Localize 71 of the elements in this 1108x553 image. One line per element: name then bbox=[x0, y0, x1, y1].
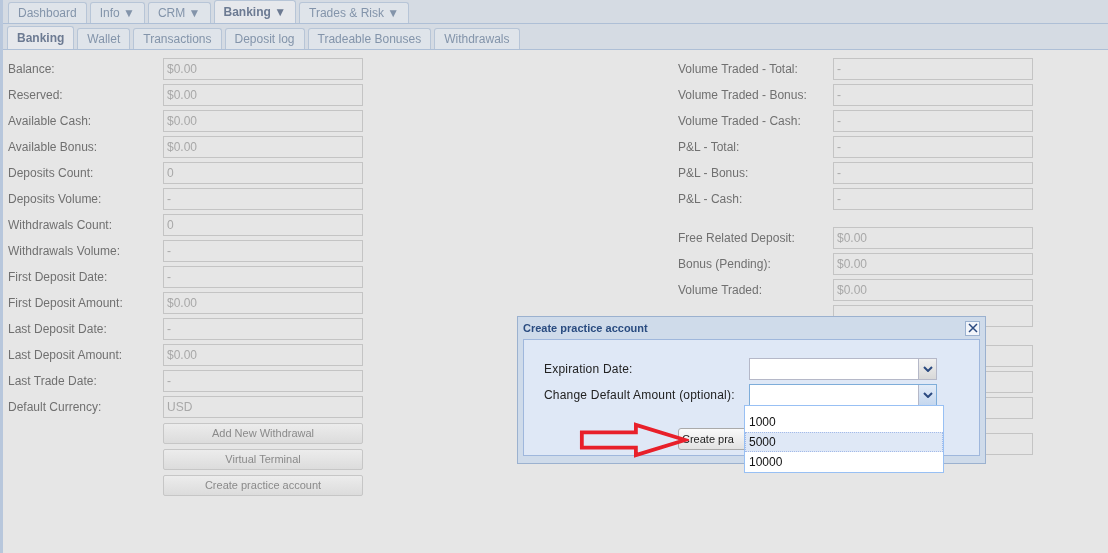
field-label: Balance: bbox=[8, 62, 56, 76]
readonly-field[interactable]: - bbox=[163, 188, 363, 210]
action-button[interactable]: Add New Withdrawal bbox=[163, 422, 363, 444]
field-label: Default Currency: bbox=[8, 400, 103, 414]
readonly-field[interactable]: - bbox=[833, 136, 1033, 158]
field-label: Change Default Amount (optional): bbox=[544, 388, 736, 402]
sub-tab[interactable]: Withdrawals bbox=[434, 28, 520, 49]
field-label: Deposits Volume: bbox=[8, 192, 103, 206]
nav-tab[interactable]: Dashboard bbox=[8, 2, 87, 23]
field-label: Volume Traded - Total: bbox=[678, 62, 799, 76]
dropdown-field[interactable] bbox=[749, 384, 937, 406]
readonly-field[interactable]: - bbox=[833, 58, 1033, 80]
dropdown-option[interactable]: 10000 bbox=[745, 452, 943, 472]
readonly-field[interactable]: $0.00 bbox=[163, 84, 363, 106]
field-label: First Deposit Date: bbox=[8, 270, 109, 284]
field-label: Expiration Date: bbox=[544, 362, 634, 376]
field-label: Volume Traded: bbox=[678, 283, 764, 297]
sub-tab[interactable]: Wallet bbox=[77, 28, 131, 49]
sub-tab[interactable]: Banking bbox=[7, 26, 75, 49]
dropdown-field[interactable] bbox=[749, 358, 937, 380]
action-button[interactable]: Virtual Terminal bbox=[163, 448, 363, 470]
readonly-field[interactable]: - bbox=[163, 266, 363, 288]
field-label: Last Deposit Amount: bbox=[8, 348, 124, 362]
close-button[interactable] bbox=[965, 320, 980, 336]
readonly-field[interactable]: - bbox=[163, 240, 363, 262]
field-label: P&L - Total: bbox=[678, 140, 741, 154]
nav-tab[interactable]: CRM ▼ bbox=[147, 2, 211, 23]
action-button[interactable]: Create practice account bbox=[163, 474, 363, 496]
field-label: Available Cash: bbox=[8, 114, 93, 128]
readonly-field[interactable]: USD bbox=[163, 396, 363, 418]
readonly-field[interactable]: $0.00 bbox=[833, 279, 1033, 301]
field-label: Volume Traded - Bonus: bbox=[678, 88, 808, 102]
nav-tab[interactable]: Banking ▼ bbox=[213, 0, 297, 23]
field-label: Reserved: bbox=[8, 88, 64, 102]
chevron-icon bbox=[922, 366, 933, 372]
field-label: Available Bonus: bbox=[8, 140, 99, 154]
field-label: P&L - Cash: bbox=[678, 192, 744, 206]
nav-tab[interactable]: Trades & Risk ▼ bbox=[299, 2, 410, 23]
readonly-field[interactable]: $0.00 bbox=[163, 292, 363, 314]
field-label: Withdrawals Count: bbox=[8, 218, 114, 232]
dropdown-option[interactable]: 5000 bbox=[745, 432, 943, 452]
chevron-icon bbox=[922, 392, 933, 398]
field-label: Bonus (Pending): bbox=[678, 257, 772, 271]
sub-tab[interactable]: Transactions bbox=[133, 28, 222, 49]
readonly-field[interactable]: - bbox=[833, 162, 1033, 184]
readonly-field[interactable]: - bbox=[163, 370, 363, 392]
field-label: Withdrawals Volume: bbox=[8, 244, 122, 258]
close-icon bbox=[967, 323, 978, 333]
readonly-field[interactable]: - bbox=[833, 188, 1033, 210]
readonly-field[interactable]: 0 bbox=[163, 162, 363, 184]
field-label: Volume Traded - Cash: bbox=[678, 114, 802, 128]
readonly-field[interactable]: $0.00 bbox=[163, 110, 363, 132]
field-label: Free Related Deposit: bbox=[678, 231, 796, 245]
readonly-field[interactable]: - bbox=[163, 318, 363, 340]
sub-tab[interactable]: Deposit log bbox=[224, 28, 305, 49]
readonly-field[interactable]: $0.00 bbox=[163, 136, 363, 158]
dialog-title: Create practice account bbox=[523, 322, 648, 334]
field-label: Deposits Count: bbox=[8, 166, 95, 180]
field-label: Last Deposit Date: bbox=[8, 322, 108, 336]
readonly-field[interactable]: $0.00 bbox=[833, 253, 1033, 275]
field-label: First Deposit Amount: bbox=[8, 296, 124, 310]
field-label: P&L - Bonus: bbox=[678, 166, 750, 180]
readonly-field[interactable]: - bbox=[833, 84, 1033, 106]
readonly-field[interactable]: $0.00 bbox=[163, 344, 363, 366]
sub-tab[interactable]: Tradeable Bonuses bbox=[307, 28, 432, 49]
readonly-field[interactable]: $0.00 bbox=[163, 58, 363, 80]
nav-tab[interactable]: Info ▼ bbox=[89, 2, 145, 23]
readonly-field[interactable]: 0 bbox=[163, 214, 363, 236]
field-label: Last Trade Date: bbox=[8, 374, 98, 388]
readonly-field[interactable]: $0.00 bbox=[833, 227, 1033, 249]
readonly-field[interactable]: - bbox=[833, 110, 1033, 132]
